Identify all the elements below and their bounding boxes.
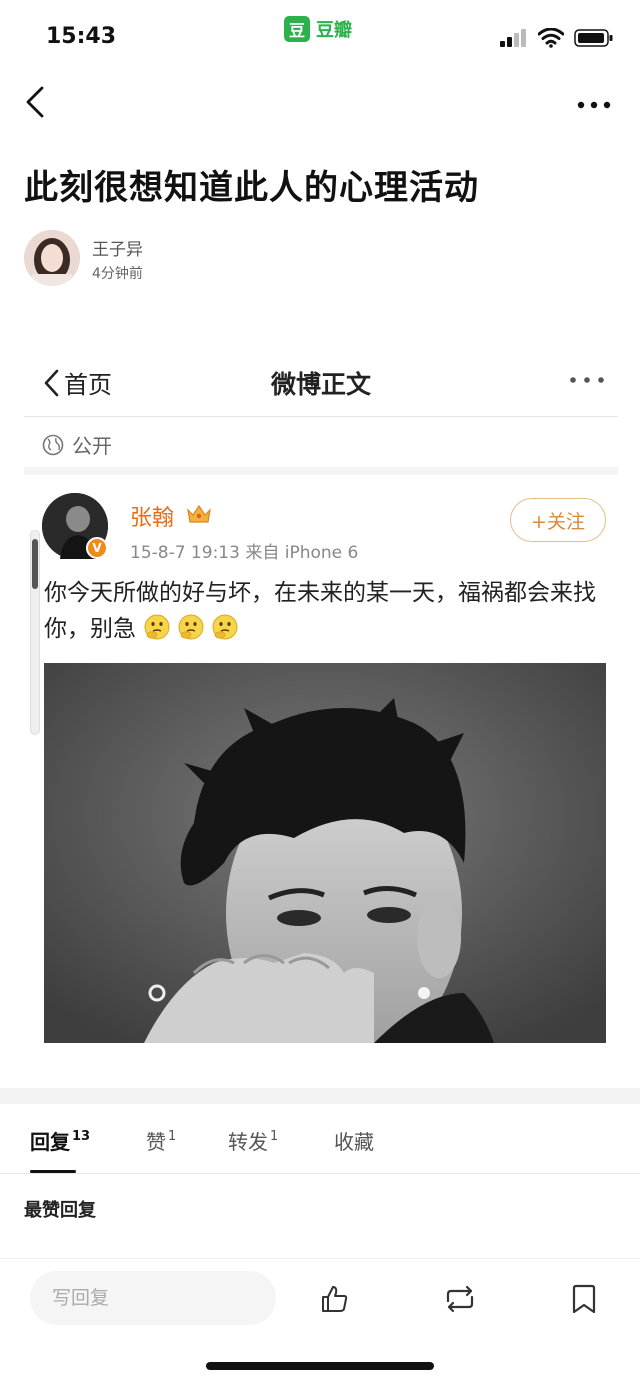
status-app-indicator: 豆 豆瓣 bbox=[284, 16, 352, 42]
tab-replies[interactable]: 回复 13 bbox=[30, 1126, 90, 1155]
thinking-face-emoji-icon bbox=[144, 614, 170, 640]
more-dots-icon bbox=[577, 101, 611, 109]
follow-button: +关注 bbox=[510, 498, 606, 542]
author-avatar[interactable] bbox=[24, 230, 80, 286]
status-app-name: 豆瓣 bbox=[316, 20, 352, 41]
scroll-thumb bbox=[32, 539, 38, 589]
top-replies-heading: 最赞回复 bbox=[24, 1200, 96, 1221]
weibo-user-name: 张翰 bbox=[130, 506, 175, 531]
signal-icon bbox=[500, 29, 526, 47]
like-button[interactable] bbox=[314, 1279, 354, 1319]
page-title: 此刻很想知道此人的心理活动 bbox=[24, 168, 479, 208]
repost-button[interactable] bbox=[440, 1279, 480, 1319]
verified-badge: V bbox=[86, 537, 108, 559]
reply-tabs: 回复 13 赞1 转发 1 收藏 bbox=[0, 1104, 640, 1174]
tab-likes[interactable]: 赞1 bbox=[146, 1126, 176, 1155]
status-time: 15:43 bbox=[46, 24, 117, 49]
visibility-text: 公开 bbox=[72, 434, 112, 458]
tab-count: 1 bbox=[270, 1129, 279, 1144]
avatar-image bbox=[24, 230, 80, 286]
tab-collections[interactable]: 收藏 bbox=[334, 1126, 374, 1155]
tab-label: 回复 bbox=[30, 1130, 70, 1154]
back-button[interactable] bbox=[22, 84, 52, 120]
wifi-icon bbox=[538, 28, 564, 48]
like-icon bbox=[322, 1286, 348, 1312]
home-indicator[interactable] bbox=[206, 1362, 434, 1370]
emoji-row bbox=[143, 614, 245, 642]
tab-label: 收藏 bbox=[334, 1130, 374, 1154]
more-button[interactable] bbox=[576, 96, 612, 109]
chevron-left-icon bbox=[26, 86, 44, 118]
author-name[interactable]: 王子异 bbox=[92, 235, 143, 260]
embedded-weibo-screenshot: 首页 微博正文 公开 V 张翰 15-8-7 19:13 来自 iPhone 6… bbox=[24, 335, 618, 1075]
portrait-photo bbox=[44, 663, 606, 1043]
active-tab-indicator bbox=[30, 1170, 76, 1173]
divider bbox=[24, 467, 618, 475]
bookmark-button[interactable] bbox=[564, 1279, 604, 1319]
status-bar: 15:43 豆 豆瓣 bbox=[0, 0, 640, 70]
thinking-face-emoji-icon bbox=[178, 614, 204, 640]
bottom-action-bar bbox=[0, 1258, 640, 1338]
repost-icon bbox=[446, 1285, 474, 1313]
weibo-header: 首页 微博正文 bbox=[24, 335, 618, 417]
reply-input[interactable] bbox=[30, 1271, 276, 1325]
visibility-label: 公开 bbox=[42, 430, 112, 459]
tab-label: 赞 bbox=[146, 1130, 166, 1154]
crown-icon bbox=[187, 504, 211, 523]
status-icons bbox=[500, 28, 614, 48]
battery-icon bbox=[574, 29, 613, 47]
tab-reposts[interactable]: 转发 1 bbox=[228, 1126, 278, 1155]
weibo-photo bbox=[44, 663, 606, 1043]
tab-count: 13 bbox=[72, 1129, 91, 1144]
weibo-header-title: 微博正文 bbox=[270, 370, 371, 399]
douban-logo-icon: 豆 bbox=[284, 16, 310, 42]
post-time: 4分钟前 bbox=[92, 266, 143, 282]
tab-count: 1 bbox=[168, 1129, 177, 1144]
bookmark-icon bbox=[572, 1284, 596, 1314]
globe-icon bbox=[42, 434, 64, 455]
weibo-content: 你今天所做的好与坏，在未来的某一天，福祸都会来找你，别急 bbox=[44, 575, 614, 647]
section-divider bbox=[0, 1088, 640, 1104]
tab-label: 转发 bbox=[228, 1130, 268, 1154]
scroll-indicator bbox=[30, 530, 40, 735]
thinking-face-emoji-icon bbox=[212, 614, 238, 640]
more-dots-icon bbox=[570, 377, 604, 383]
weibo-content-text: 你今天所做的好与坏，在未来的某一天，福祸都会来找你，别急 bbox=[44, 580, 596, 642]
weibo-meta: 15-8-7 19:13 来自 iPhone 6 bbox=[130, 543, 359, 563]
